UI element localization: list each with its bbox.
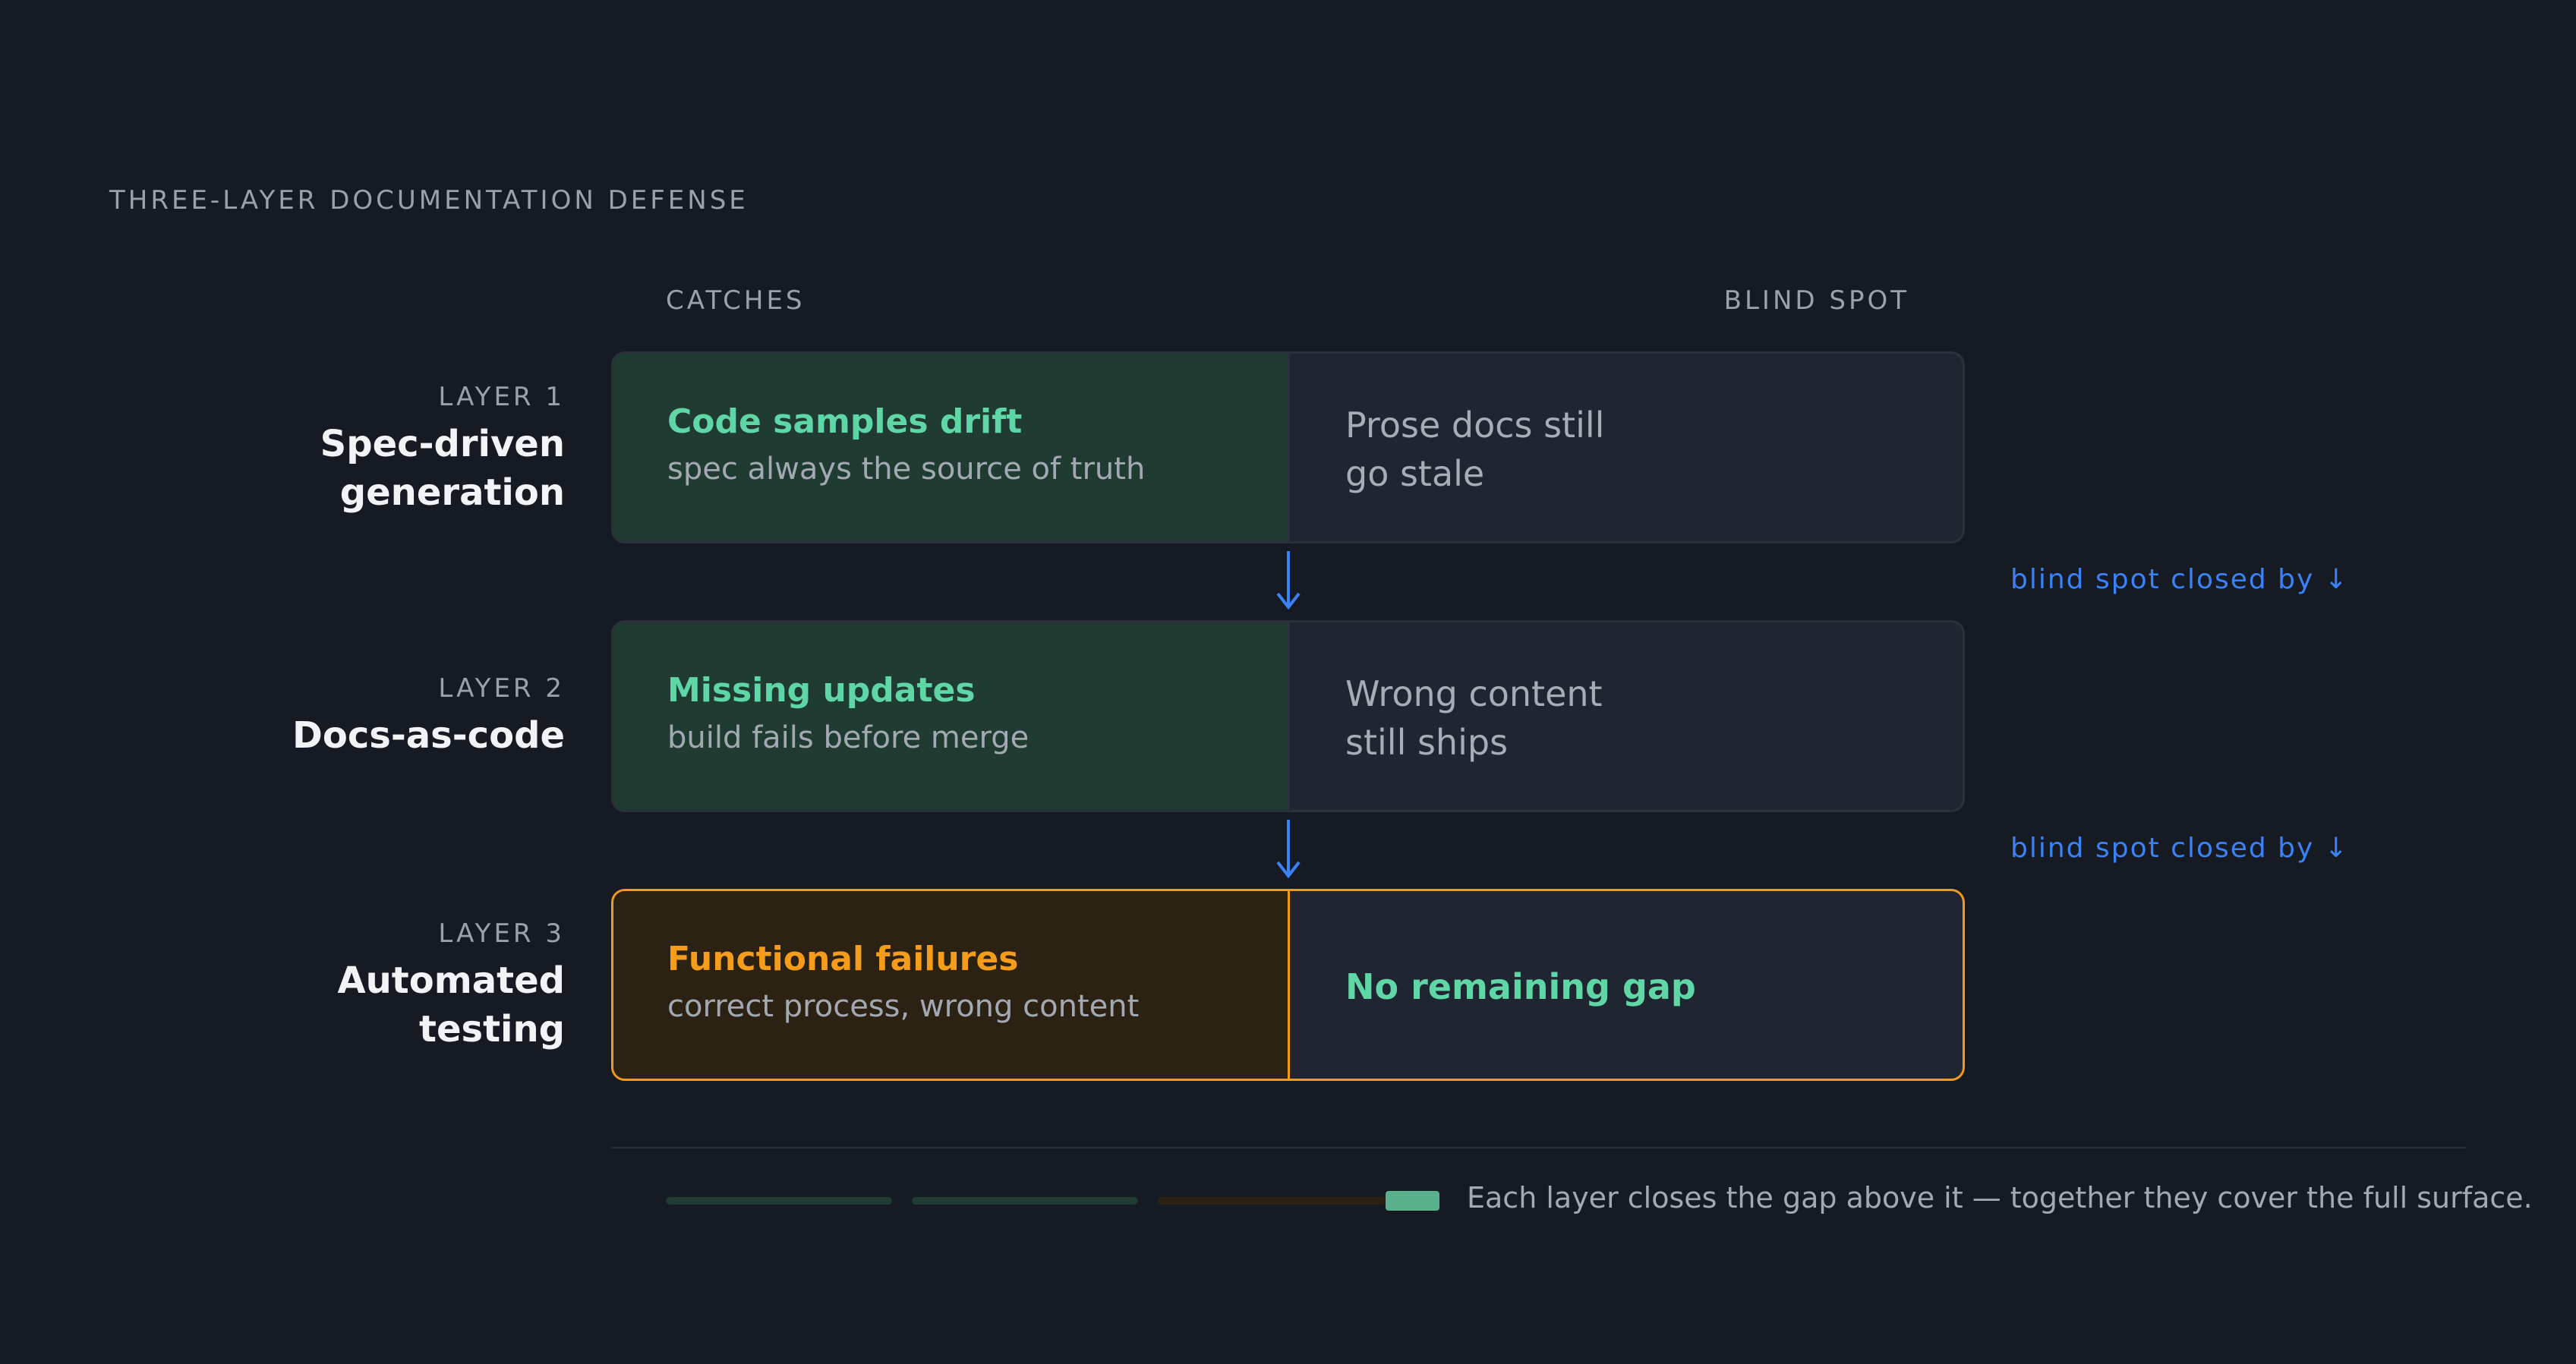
layer-3-blind-spot: No remaining gap xyxy=(1345,966,1696,1007)
layer-1-label: LAYER 1 Spec-driven generation xyxy=(261,382,565,517)
layer-3-number: LAYER 3 xyxy=(438,918,565,949)
column-header-catches: CATCHES xyxy=(666,285,806,316)
layer-1-blind-spot: Prose docs still go stale xyxy=(1345,405,1605,494)
column-header-blind-spot: BLIND SPOT xyxy=(1723,285,1909,316)
layer-1-catches-cell: Code samples drift spec always the sourc… xyxy=(613,354,1290,541)
legend-bar-layer-2 xyxy=(912,1197,1138,1205)
layer-3-catch-title: Functional failures xyxy=(667,940,1019,978)
connector-label-2: blind spot closed by ↓ xyxy=(2010,833,2349,864)
layer-3-label: LAYER 3 Automated testing xyxy=(307,918,565,1054)
down-arrow-icon xyxy=(1276,551,1301,610)
legend-bar-layer-3 xyxy=(1158,1197,1386,1205)
layer-2-catch-subtitle: build fails before merge xyxy=(667,720,1029,755)
layer-1-card: Code samples drift spec always the sourc… xyxy=(611,351,1965,543)
layer-3-blind-spot-cell: No remaining gap xyxy=(1290,891,1963,1079)
footer-caption: Each layer closes the gap above it — tog… xyxy=(1467,1181,2533,1214)
layer-2-name: Docs-as-code xyxy=(292,714,565,757)
layer-2-blind-spot-cell: Wrong content still ships xyxy=(1290,622,1963,810)
layer-1-number: LAYER 1 xyxy=(438,382,565,412)
layer-1-catch-title: Code samples drift xyxy=(667,402,1023,441)
layer-1-name: Spec-driven generation xyxy=(320,423,565,514)
layer-2-catches-cell: Missing updates build fails before merge xyxy=(613,622,1290,810)
footer-divider xyxy=(611,1147,2467,1148)
diagram-title: THREE-LAYER DOCUMENTATION DEFENSE xyxy=(109,185,749,216)
legend-swatch xyxy=(1386,1191,1439,1211)
diagram-canvas: THREE-LAYER DOCUMENTATION DEFENSE CATCHE… xyxy=(0,0,2576,1364)
layer-2-blind-spot: Wrong content still ships xyxy=(1345,673,1603,763)
layer-2-number: LAYER 2 xyxy=(438,673,565,704)
layer-3-card: Functional failures correct process, wro… xyxy=(611,889,1965,1081)
down-arrow-icon xyxy=(1276,820,1301,879)
layer-1-catch-subtitle: spec always the source of truth xyxy=(667,452,1146,487)
layer-2-catch-title: Missing updates xyxy=(667,671,976,710)
legend-bar-layer-1 xyxy=(666,1197,892,1205)
layer-3-catches-cell: Functional failures correct process, wro… xyxy=(613,891,1290,1079)
layer-3-catch-subtitle: correct process, wrong content xyxy=(667,989,1140,1024)
layer-2-card: Missing updates build fails before merge… xyxy=(611,620,1965,812)
layer-1-blind-spot-cell: Prose docs still go stale xyxy=(1290,354,1963,541)
connector-label-1: blind spot closed by ↓ xyxy=(2010,564,2349,595)
layer-2-label: LAYER 2 Docs-as-code xyxy=(292,673,565,760)
layer-3-name: Automated testing xyxy=(337,959,565,1051)
